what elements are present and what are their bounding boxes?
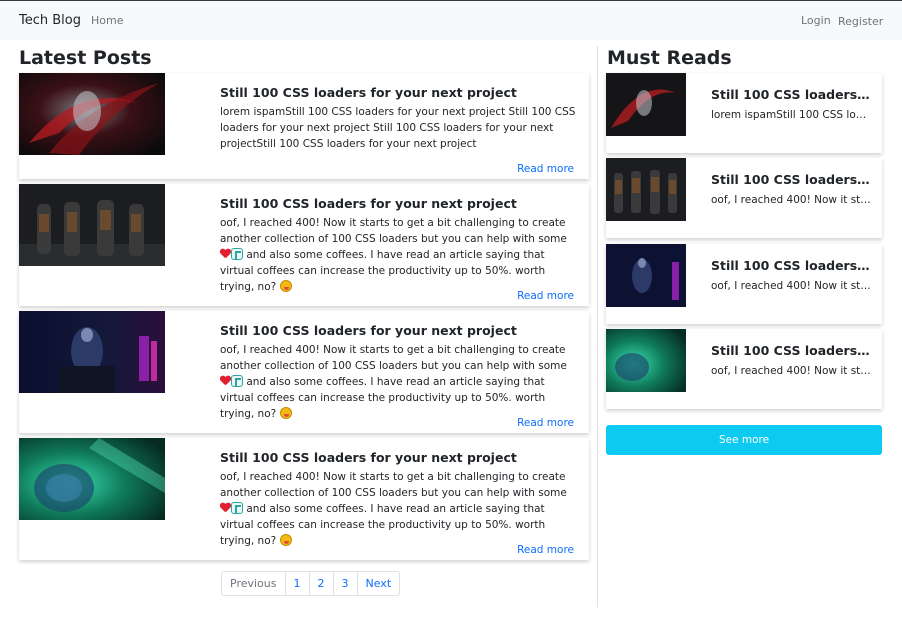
nav-home-link[interactable]: Home [91,14,123,27]
read-more-link[interactable]: Read more [517,544,574,556]
pagination-page-1[interactable]: 1 [284,572,309,595]
unicorn-emoji-icon [231,248,243,260]
must-read-card[interactable]: Still 100 CSS loaders for your next proj… [606,158,882,238]
post-thumbnail[interactable] [19,73,165,155]
pagination-page-3[interactable]: 3 [332,572,357,595]
read-more-link[interactable]: Read more [517,163,574,175]
heart-emoji-icon [220,249,231,259]
pagination: Previous 1 2 3 Next [221,571,401,596]
tongue-out-face-emoji-icon [279,407,292,419]
nav-register-link[interactable]: Register [838,15,883,28]
nav-login-link[interactable]: Login [801,14,831,27]
tongue-out-face-emoji-icon [279,280,292,292]
must-read-title: Still 100 CSS loaders for your next proj… [711,172,871,187]
must-read-title: Still 100 CSS loaders for your next proj… [711,87,871,102]
must-read-title: Still 100 CSS loaders for your next proj… [711,343,871,358]
navbar: Tech Blog Home Login Register [0,0,902,40]
post-thumbnail[interactable] [19,438,165,520]
post-excerpt-part: oof, I reached 400! Now it starts to get… [220,217,567,245]
must-read-thumbnail [606,244,686,307]
unicorn-emoji-icon [231,502,243,514]
post-excerpt: oof, I reached 400! Now it starts to get… [220,215,576,295]
must-read-excerpt: oof, I reached 400! Now it starts to get… [711,194,871,206]
post-card: Still 100 CSS loaders for your next proj… [19,184,589,306]
unicorn-emoji-icon [231,375,243,387]
must-read-card[interactable]: Still 100 CSS loaders for your next proj… [606,73,882,153]
post-title[interactable]: Still 100 CSS loaders for your next proj… [220,85,517,100]
post-card: Still 100 CSS loaders for your next proj… [19,311,589,433]
read-more-link[interactable]: Read more [517,290,574,302]
tongue-out-face-emoji-icon [279,534,292,546]
must-read-excerpt: oof, I reached 400! Now it starts to get… [711,280,871,292]
post-excerpt-part: and also some coffees. I have read an ar… [220,249,546,293]
post-title[interactable]: Still 100 CSS loaders for your next proj… [220,196,517,211]
latest-posts-heading: Latest Posts [19,47,152,69]
post-excerpt-part: oof, I reached 400! Now it starts to get… [220,471,567,499]
must-reads-heading: Must Reads [607,47,732,69]
must-read-thumbnail [606,158,686,221]
must-read-title: Still 100 CSS loaders for your next proj… [711,258,871,273]
post-excerpt: lorem ispamStill 100 CSS loaders for you… [220,106,576,150]
see-more-button[interactable]: See more [606,425,882,455]
pagination-page-2[interactable]: 2 [308,572,333,595]
heart-emoji-icon [220,503,231,513]
post-excerpt: oof, I reached 400! Now it starts to get… [220,469,576,549]
pagination-next[interactable]: Next [356,572,400,595]
post-thumbnail[interactable] [19,184,165,266]
post-thumbnail[interactable] [19,311,165,393]
must-read-card[interactable]: Still 100 CSS loaders for your next proj… [606,329,882,409]
must-read-excerpt: lorem ispamStill 100 CSS loaders for you… [711,109,871,121]
post-excerpt: oof, I reached 400! Now it starts to get… [220,342,576,422]
heart-emoji-icon [220,376,231,386]
post-excerpt-part: and also some coffees. I have read an ar… [220,503,546,547]
must-read-card[interactable]: Still 100 CSS loaders for your next proj… [606,244,882,324]
brand-link[interactable]: Tech Blog [19,13,81,28]
read-more-link[interactable]: Read more [517,417,574,429]
post-card: Still 100 CSS loaders for your next proj… [19,438,589,560]
post-card: Still 100 CSS loaders for your next proj… [19,73,589,179]
post-title[interactable]: Still 100 CSS loaders for your next proj… [220,450,517,465]
must-read-excerpt: oof, I reached 400! Now it starts to get… [711,365,871,377]
must-read-thumbnail [606,73,686,136]
column-divider [597,46,598,607]
must-read-thumbnail [606,329,686,392]
post-excerpt-part: oof, I reached 400! Now it starts to get… [220,344,567,372]
post-title[interactable]: Still 100 CSS loaders for your next proj… [220,323,517,338]
pagination-previous[interactable]: Previous [222,572,285,595]
post-excerpt-part: and also some coffees. I have read an ar… [220,376,546,420]
